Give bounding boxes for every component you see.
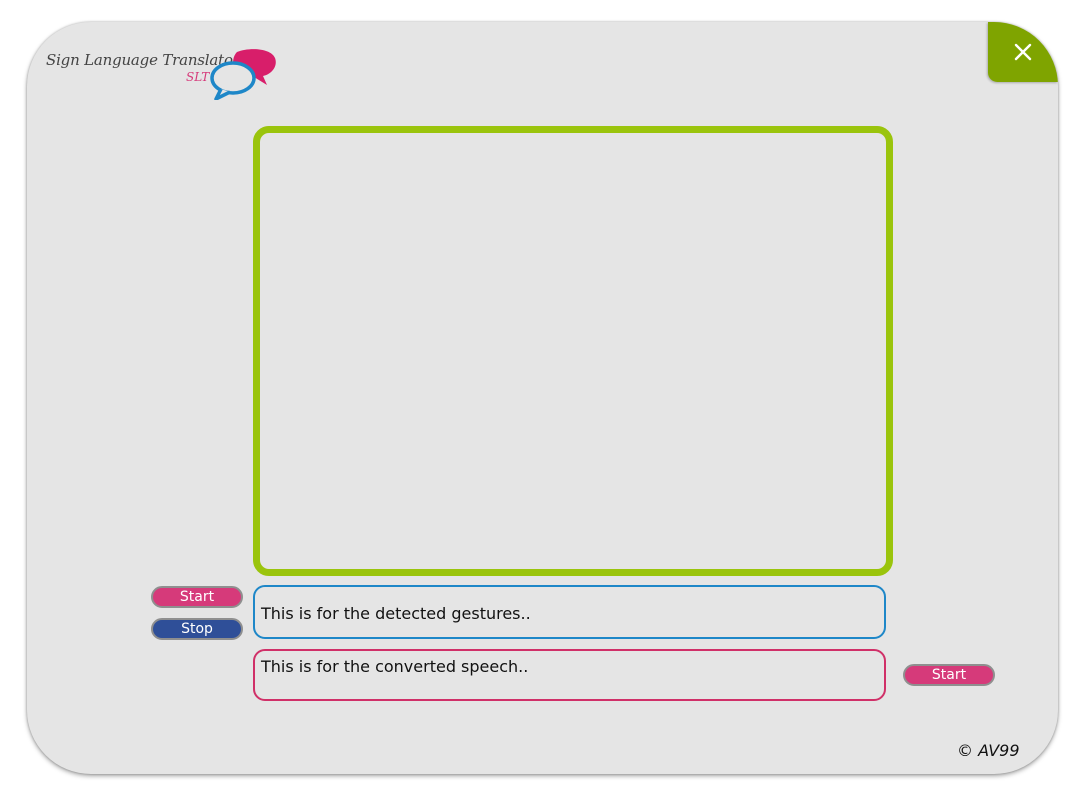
detected-gestures-textbox[interactable]: This is for the detected gestures.. bbox=[253, 585, 886, 639]
logo-abbreviation: SLT bbox=[186, 70, 210, 84]
app-window: Sign Language Translator SLT Start Stop … bbox=[27, 22, 1058, 774]
copyright-text: © AV99 bbox=[957, 741, 1020, 760]
gesture-start-button[interactable]: Start bbox=[151, 586, 243, 608]
close-icon bbox=[1014, 43, 1032, 61]
gesture-stop-button[interactable]: Stop bbox=[151, 618, 243, 640]
close-button[interactable] bbox=[988, 22, 1058, 82]
detected-gestures-text: This is for the detected gestures.. bbox=[261, 604, 531, 623]
converted-speech-text: This is for the converted speech.. bbox=[261, 657, 529, 676]
speech-bubbles-icon bbox=[210, 49, 276, 100]
app-logo: Sign Language Translator SLT bbox=[46, 48, 286, 100]
speech-start-button[interactable]: Start bbox=[903, 664, 995, 686]
converted-speech-textbox[interactable]: This is for the converted speech.. bbox=[253, 649, 886, 701]
camera-preview bbox=[253, 126, 893, 576]
